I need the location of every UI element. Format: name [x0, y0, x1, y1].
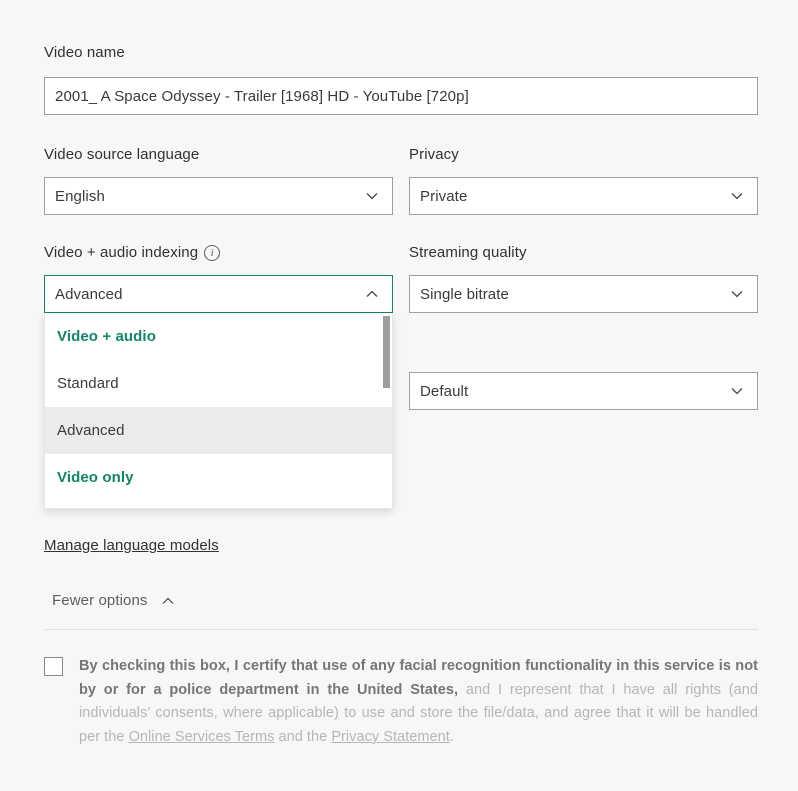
- manage-language-models-link[interactable]: Manage language models: [44, 537, 219, 555]
- indexing-value: Advanced: [55, 285, 123, 303]
- indexing-option-advanced[interactable]: Advanced: [45, 407, 392, 454]
- indexing-option-label: Standard: [57, 375, 119, 392]
- streaming-quality-value: Single bitrate: [420, 285, 509, 303]
- encoding-preset-value: Default: [420, 382, 469, 400]
- indexing-option-standard[interactable]: Standard: [45, 360, 392, 407]
- chevron-down-icon: [729, 188, 745, 204]
- chevron-down-icon: [729, 383, 745, 399]
- manage-language-models-label: Manage language models: [44, 537, 219, 554]
- indexing-option-label: Advanced: [57, 422, 125, 439]
- privacy-label-text: Privacy: [409, 146, 459, 163]
- online-services-terms-link[interactable]: Online Services Terms: [129, 729, 275, 745]
- consent-checkbox[interactable]: [44, 657, 63, 676]
- indexing-option-label: Video + audio: [57, 328, 156, 345]
- video-name-input[interactable]: 2001_ A Space Odyssey - Trailer [1968] H…: [44, 77, 758, 115]
- chevron-down-icon: [729, 286, 745, 302]
- chevron-down-icon: [364, 188, 380, 204]
- fewer-options-label: Fewer options: [52, 592, 148, 609]
- dropdown-scrollbar[interactable]: [383, 316, 390, 508]
- privacy-value: Private: [420, 187, 468, 205]
- privacy-label: Privacy: [409, 146, 459, 164]
- streaming-quality-label: Streaming quality: [409, 244, 527, 262]
- video-source-language-label: Video source language: [44, 146, 199, 164]
- indexing-label-text: Video + audio indexing: [44, 244, 199, 261]
- facial-recognition-consent: By checking this box, I certify that use…: [44, 655, 758, 749]
- consent-text: By checking this box, I certify that use…: [79, 655, 758, 749]
- video-name-label: Video name: [44, 44, 125, 62]
- video-name-label-text: Video name: [44, 44, 125, 61]
- video-source-language-value: English: [55, 187, 105, 205]
- indexing-option-video-only[interactable]: Video only: [45, 454, 392, 501]
- info-icon[interactable]: i: [204, 245, 221, 261]
- consent-text-end: .: [449, 728, 454, 745]
- chevron-up-icon: [160, 593, 176, 609]
- fewer-options-toggle[interactable]: Fewer options: [44, 588, 184, 613]
- indexing-option-label: Video only: [57, 469, 134, 486]
- video-name-value: 2001_ A Space Odyssey - Trailer [1968] H…: [55, 87, 469, 105]
- streaming-quality-label-text: Streaming quality: [409, 244, 527, 261]
- indexing-label: Video + audio indexing i: [44, 244, 221, 262]
- indexing-select[interactable]: Advanced: [44, 275, 393, 313]
- video-source-language-label-text: Video source language: [44, 146, 200, 163]
- indexing-option-video-audio[interactable]: Video + audio: [45, 313, 392, 360]
- video-source-language-select[interactable]: English: [44, 177, 393, 215]
- section-divider: [44, 629, 758, 630]
- encoding-preset-select[interactable]: Default: [409, 372, 758, 410]
- consent-text-rest-2: and the: [274, 728, 332, 745]
- dropdown-scrollbar-thumb[interactable]: [383, 316, 390, 388]
- chevron-up-icon: [364, 286, 380, 302]
- upload-settings-panel: Video name 2001_ A Space Odyssey - Trail…: [0, 0, 798, 791]
- streaming-quality-select[interactable]: Single bitrate: [409, 275, 758, 313]
- indexing-dropdown-list[interactable]: Video + audio Standard Advanced Video on…: [44, 313, 393, 509]
- privacy-select[interactable]: Private: [409, 177, 758, 215]
- privacy-statement-link[interactable]: Privacy Statement: [331, 729, 450, 745]
